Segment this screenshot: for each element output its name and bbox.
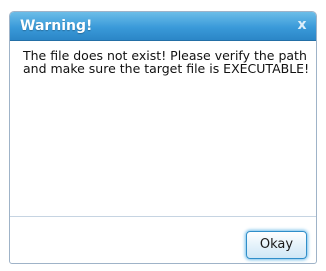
dialog-title: Warning! <box>20 18 93 34</box>
okay-button[interactable]: Okay <box>246 231 307 259</box>
footer-divider <box>10 216 316 217</box>
dialog-message: The file does not exist! Please verify t… <box>23 48 310 76</box>
dialog-titlebar[interactable]: Warning! x <box>10 12 316 41</box>
close-icon[interactable]: x <box>295 18 309 32</box>
warning-dialog: Warning! x The file does not exist! Plea… <box>9 11 317 264</box>
